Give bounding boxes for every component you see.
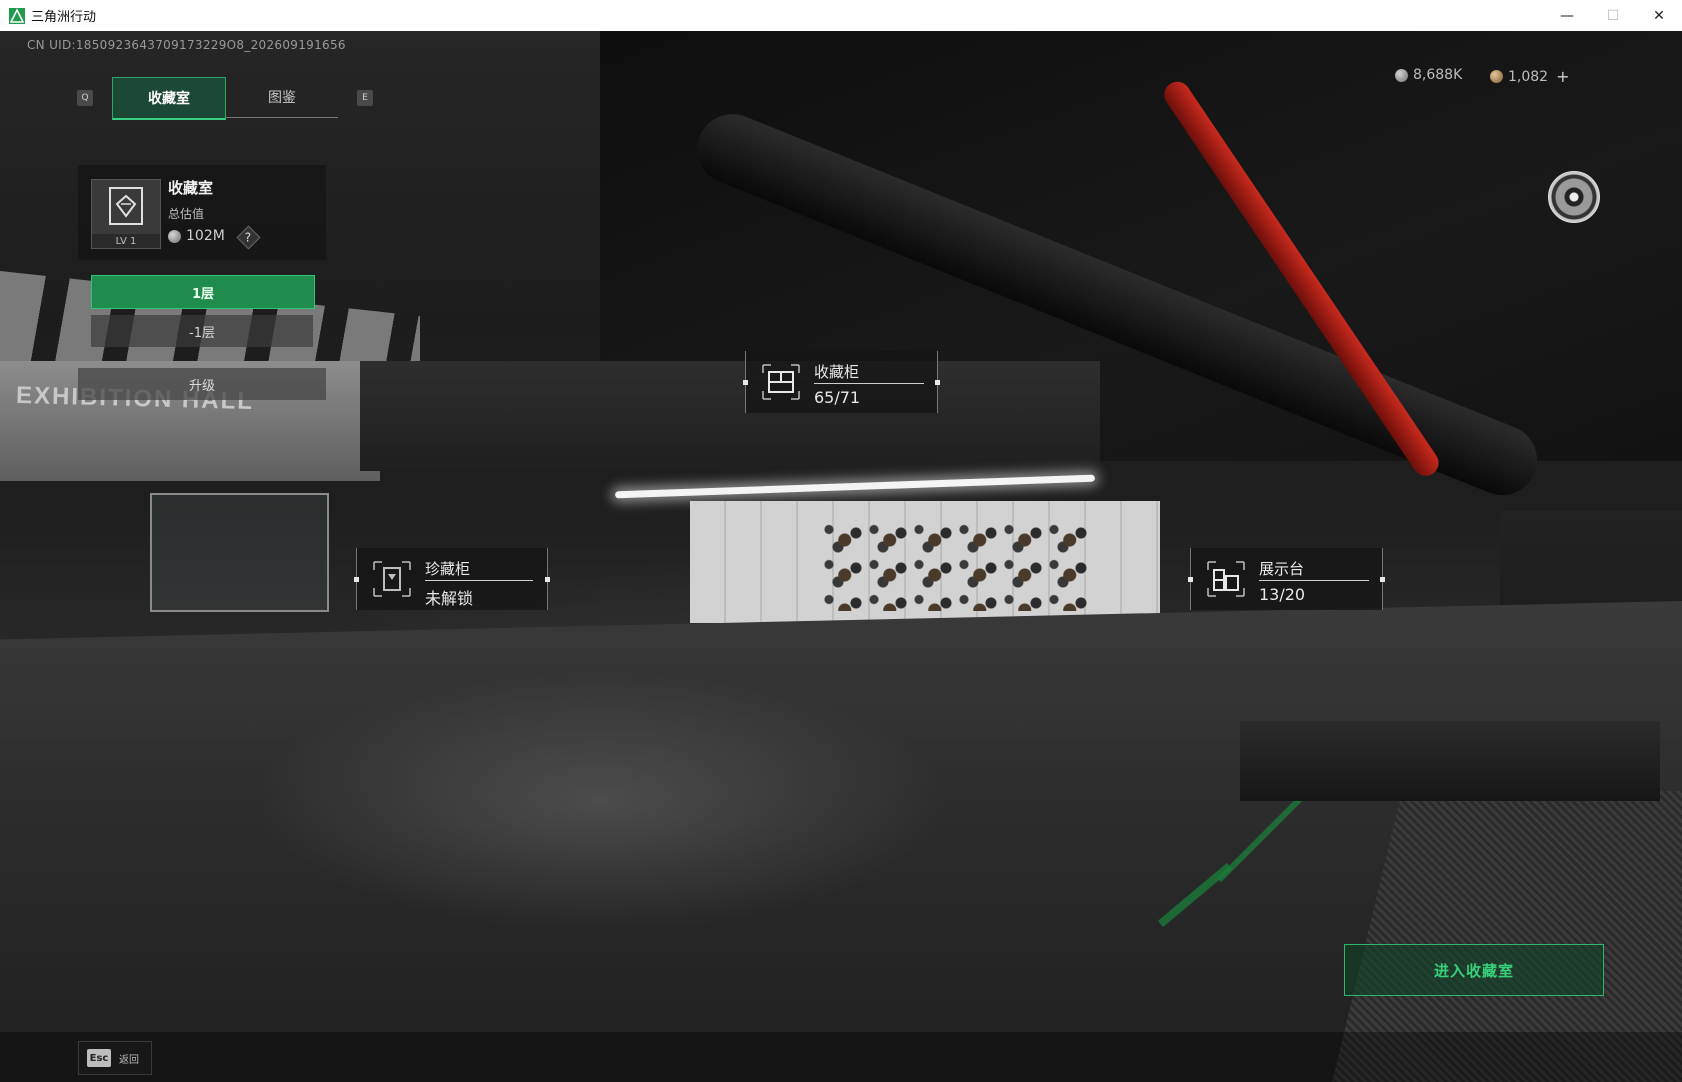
trophy-case-icon (109, 187, 143, 225)
room-panel: LV 1 收藏室 总估值 102M ? 1层 -1层 升级 (78, 165, 326, 400)
poi-showcase-count: 13/20 (1259, 585, 1306, 604)
silver-amount: 8,688K (1413, 67, 1463, 83)
value-label: 总估值 (168, 207, 205, 221)
total-value-amount: 102M (186, 228, 225, 244)
tab-bar: 收藏室 图鉴 (112, 77, 338, 120)
props (1240, 721, 1660, 801)
poi-showcase[interactable]: 展示台 13/20 (1188, 548, 1385, 610)
gold-amount: 1,082 (1508, 68, 1549, 85)
poi-marker (545, 577, 550, 582)
poi-rare-cabinet[interactable]: 珍藏柜 未解锁 (354, 548, 550, 610)
poi-divider (1259, 580, 1369, 581)
gold-currency: 1,082 + (1490, 67, 1570, 86)
help-mark: ? (245, 230, 252, 245)
maximize-button[interactable]: ☐ (1590, 0, 1636, 31)
poi-marker (1188, 577, 1193, 582)
light-strip (615, 474, 1095, 499)
room-level: LV 1 (92, 234, 160, 248)
tab-collection-room[interactable]: 收藏室 (112, 77, 226, 120)
help-icon[interactable]: ? (236, 225, 261, 250)
close-button[interactable]: ✕ (1636, 0, 1682, 31)
poi-marker (935, 380, 940, 385)
gold-coin-icon (1490, 70, 1503, 83)
app-logo-icon (9, 7, 25, 24)
esc-key: Esc (87, 1049, 111, 1067)
locked-cabinet-icon (373, 561, 411, 597)
music-disc-icon[interactable] (1548, 171, 1600, 223)
bottom-bar (0, 1032, 1682, 1082)
window-title: 三角洲行动 (31, 10, 97, 25)
poi-divider (814, 383, 924, 384)
add-currency-button[interactable]: + (1556, 67, 1569, 86)
silver-coin-icon (168, 229, 181, 243)
cabinet-icon (762, 364, 800, 400)
poi-marker (1380, 577, 1385, 582)
minimize-button[interactable]: — (1544, 0, 1590, 31)
next-tab-key[interactable]: E (357, 90, 373, 106)
poi-marker (354, 577, 359, 582)
floor-light (250, 671, 950, 931)
poi-rare-cabinet-status: 未解锁 (425, 589, 474, 608)
uid-label: CN UID:1850923643709173229O8_20260919165… (27, 38, 346, 52)
silver-coin-icon (1395, 68, 1408, 82)
room-badge: LV 1 (91, 179, 161, 249)
display-items (820, 519, 1090, 611)
poi-divider (425, 580, 533, 581)
glass-case (150, 493, 329, 612)
total-value: 102M (168, 228, 225, 244)
silver-currency: 8,688K (1395, 67, 1462, 83)
prev-tab-key[interactable]: Q (77, 90, 93, 106)
floor-1-button[interactable]: 1层 (91, 275, 315, 309)
room-info: LV 1 收藏室 总估值 102M ? (78, 165, 326, 260)
room-title: 收藏室 (168, 179, 214, 197)
poi-showcase-title: 展示台 (1259, 560, 1305, 578)
poi-cabinet[interactable]: 收藏柜 65/71 (743, 351, 940, 413)
back-label: 返回 (119, 1054, 139, 1066)
poi-rare-cabinet-title: 珍藏柜 (425, 560, 471, 578)
poi-marker (743, 380, 748, 385)
upgrade-button[interactable]: 升级 (78, 368, 326, 400)
window-titlebar: 三角洲行动 — ☐ ✕ (0, 0, 1682, 32)
showcase-icon (1207, 561, 1245, 597)
floor-minus1-button[interactable]: -1层 (91, 315, 313, 347)
back-button[interactable]: Esc 返回 (78, 1041, 152, 1075)
enter-collection-room-button[interactable]: 进入收藏室 (1344, 944, 1604, 996)
mezzanine (360, 361, 1100, 471)
tab-catalog[interactable]: 图鉴 (226, 77, 338, 118)
poi-cabinet-count: 65/71 (814, 388, 861, 407)
poi-cabinet-title: 收藏柜 (814, 363, 860, 381)
